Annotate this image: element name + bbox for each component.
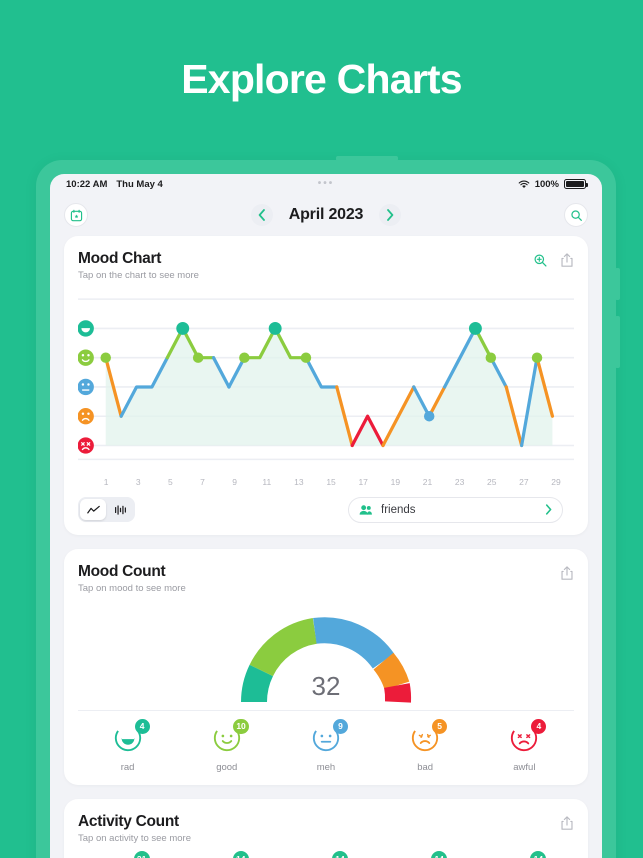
chart-y-axis-mood-icons — [78, 320, 94, 454]
mood-gauge-total: 32 — [311, 670, 341, 701]
mood-legend-item-rad[interactable]: 4 rad — [99, 718, 157, 773]
mood-line-chart[interactable]: 1 3 5 7 9 11 13 15 17 19 21 23 25 27 29 — [78, 293, 574, 487]
face-rad-icon: 4 — [113, 718, 150, 758]
mood-chart-title: Mood Chart — [78, 250, 162, 267]
face-meh-icon: 9 — [311, 718, 348, 758]
mood-legend-item-bad[interactable]: 5 bad — [396, 718, 454, 773]
share-icon[interactable] — [560, 815, 574, 831]
search-button[interactable] — [564, 203, 588, 227]
activity-count-badge: 14 — [331, 850, 348, 858]
mood-count-badge: 4 — [531, 718, 547, 734]
battery-percent-label: 100% — [534, 178, 559, 190]
gauge-segment-meh — [313, 617, 395, 669]
friends-filter-label: friends — [381, 503, 416, 516]
face-bad-icon: 5 — [410, 718, 448, 758]
chart-type-toggle[interactable] — [78, 497, 135, 523]
device-volume-up-button — [615, 268, 620, 300]
mood-legend: 4 rad 10 good 9 meh 5 bad 4 awful — [78, 709, 574, 773]
bar-chart-toggle[interactable] — [107, 499, 133, 520]
chart-controls: friends — [78, 496, 574, 523]
activity-count-card: Activity Count Tap on activity to see mo… — [64, 798, 588, 858]
mood-count-title: Mood Count — [78, 562, 166, 580]
mood-gauge[interactable]: 32 — [78, 602, 574, 706]
activity-count-badge: 14 — [232, 850, 249, 858]
gauge-segment-good — [249, 617, 318, 677]
search-icon — [570, 209, 582, 221]
face-awful-icon: 4 — [509, 718, 547, 758]
mood-legend-item-good[interactable]: 10 good — [198, 718, 256, 773]
mood-chart-svg — [78, 298, 574, 461]
wifi-icon — [518, 180, 530, 188]
next-month-button[interactable] — [379, 204, 402, 226]
mood-count-badge: 10 — [233, 718, 249, 734]
mood-label: meh — [316, 761, 336, 773]
device-volume-down-button — [615, 316, 620, 368]
status-bar: 10:22 AM Thu May 4 ••• 100% — [50, 174, 602, 194]
activity-count-badge: 14 — [431, 850, 448, 858]
chevron-right-icon — [545, 504, 552, 515]
mood-chart-subtitle: Tap on the chart to see more — [78, 270, 199, 281]
chart-x-tick-labels: 1 3 5 7 9 11 13 15 17 19 21 23 25 27 29 — [103, 476, 561, 487]
activity-count-badge: 21 — [133, 850, 150, 858]
mood-count-badge: 9 — [332, 718, 348, 734]
friends-filter-button[interactable]: friends — [348, 496, 563, 523]
page-title: Explore Charts — [181, 56, 462, 102]
mood-count-badge: 5 — [432, 718, 448, 734]
charts-scroll-area[interactable]: Mood Chart Tap on the chart to see more — [50, 236, 602, 858]
activity-count-subtitle: Tap on activity to see more — [78, 832, 191, 844]
mood-count-subtitle: Tap on mood to see more — [78, 582, 186, 594]
chevron-right-icon — [387, 209, 394, 221]
share-icon[interactable] — [560, 252, 574, 268]
prev-month-button[interactable] — [250, 204, 273, 226]
friends-icon — [359, 505, 372, 515]
line-chart-icon — [86, 505, 100, 514]
activity-count-title: Activity Count — [78, 812, 179, 830]
device-power-button — [336, 156, 398, 161]
zoom-in-icon[interactable] — [533, 253, 548, 268]
calendar-button[interactable] — [64, 203, 88, 227]
chevron-left-icon — [258, 209, 265, 221]
bar-chart-icon — [114, 505, 126, 515]
line-chart-toggle[interactable] — [80, 499, 106, 521]
mood-legend-item-meh[interactable]: 9 meh — [297, 718, 355, 773]
calendar-icon — [70, 209, 82, 221]
face-good-icon: 10 — [212, 718, 249, 758]
mood-label: good — [216, 761, 238, 773]
tablet-screen: 10:22 AM Thu May 4 ••• 100% April 2023 M… — [50, 174, 602, 858]
mood-label: awful — [513, 761, 536, 773]
current-month-label: April 2023 — [288, 206, 364, 223]
mood-legend-item-awful[interactable]: 4 awful — [495, 718, 553, 773]
mood-chart-card: Mood Chart Tap on the chart to see more — [64, 236, 588, 535]
mood-count-card: Mood Count Tap on mood to see more 32 4 … — [64, 548, 588, 785]
tablet-device-frame: 10:22 AM Thu May 4 ••• 100% April 2023 M… — [36, 156, 620, 858]
share-icon[interactable] — [560, 565, 574, 581]
mood-label: bad — [417, 761, 434, 773]
activity-count-badge: 14 — [530, 850, 547, 858]
month-navigator: April 2023 — [50, 204, 602, 226]
app-navbar: April 2023 — [50, 194, 602, 236]
battery-full-icon — [564, 179, 588, 189]
mood-count-badge: 4 — [134, 718, 150, 734]
mood-label: rad — [120, 761, 135, 773]
